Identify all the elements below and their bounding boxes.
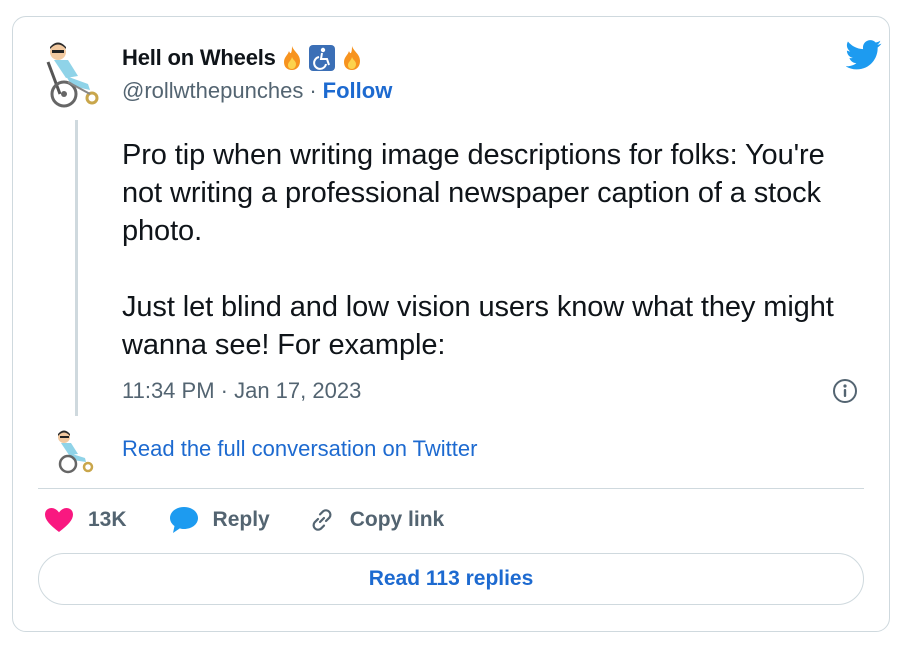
wheelchair-symbol-icon	[308, 44, 336, 72]
link-icon	[312, 509, 332, 531]
tweet-timestamp[interactable]: 11:34 PM · Jan 17, 2023	[122, 378, 361, 404]
author-name[interactable]: Hell on Wheels	[122, 45, 276, 71]
copy-link-button[interactable]: Copy link	[308, 506, 445, 534]
avatar[interactable]	[38, 38, 104, 108]
info-icon[interactable]	[832, 378, 858, 404]
read-replies-button[interactable]: Read 113 replies	[38, 553, 864, 605]
author-handle[interactable]: @rollwthepunches	[122, 78, 303, 104]
avatar-small[interactable]	[50, 428, 98, 474]
separator-dot: ·	[309, 78, 317, 103]
reply-label: Reply	[212, 508, 270, 531]
thread-line	[75, 120, 78, 416]
like-button[interactable]: 13K	[44, 507, 127, 533]
copy-link-label: Copy link	[349, 508, 445, 531]
tweet-text: Pro tip when writing image descriptions …	[122, 139, 834, 361]
heart-icon	[45, 508, 73, 532]
reply-bubble-icon	[169, 507, 198, 533]
like-count: 13K	[88, 508, 127, 531]
read-conversation-link[interactable]: Read the full conversation on Twitter	[122, 436, 477, 462]
follow-button[interactable]: Follow	[323, 78, 393, 104]
twitter-bird-icon[interactable]	[846, 40, 882, 70]
fire-icon	[278, 44, 306, 72]
reply-button[interactable]: Reply	[169, 506, 270, 534]
divider	[38, 488, 864, 489]
fire-icon	[338, 44, 366, 72]
